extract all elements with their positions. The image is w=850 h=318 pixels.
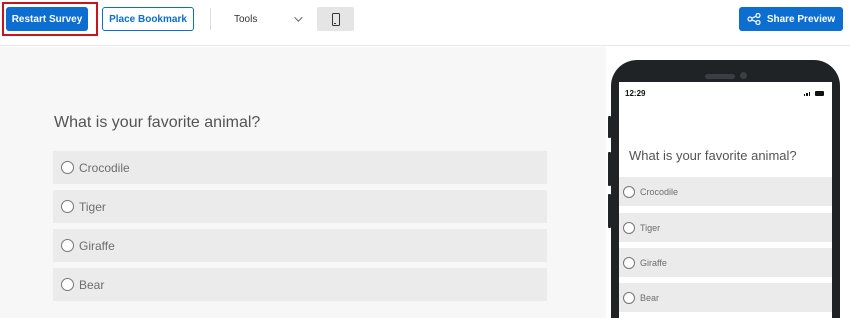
radio-button[interactable]: [61, 278, 74, 291]
choice-label: Crocodile: [640, 186, 679, 197]
restart-survey-button[interactable]: Restart Survey: [6, 7, 88, 31]
place-bookmark-button[interactable]: Place Bookmark: [102, 7, 194, 31]
choice-label: Giraffe: [640, 257, 667, 268]
choice-label: Tiger: [79, 199, 106, 214]
choice-label: Tiger: [640, 222, 661, 233]
status-time: 12:29: [625, 89, 646, 98]
mobile-view-toggle[interactable]: [317, 7, 354, 31]
choice-label: Bear: [640, 292, 660, 303]
mobile-choice-tiger[interactable]: Tiger: [619, 213, 832, 242]
phone-side-button: [608, 194, 611, 228]
radio-button[interactable]: [623, 291, 635, 304]
preview-toolbar: Restart Survey Place Bookmark Tools Shar…: [0, 0, 850, 46]
mobile-question-text: What is your favorite animal?: [629, 148, 797, 163]
tools-dropdown[interactable]: Tools: [226, 7, 310, 31]
question-text: What is your favorite animal?: [54, 114, 261, 131]
choice-label: Bear: [79, 277, 105, 292]
choice-tiger[interactable]: Tiger: [53, 190, 547, 223]
radio-button[interactable]: [61, 161, 74, 174]
choice-bear[interactable]: Bear: [53, 268, 547, 301]
tools-label: Tools: [234, 13, 258, 25]
phone-camera: [740, 72, 747, 79]
phone-side-button: [608, 116, 611, 138]
choice-label: Crocodile: [79, 160, 130, 175]
radio-button[interactable]: [623, 221, 635, 234]
phone-side-button: [608, 152, 611, 186]
mobile-screen: 12:29 What is your favorite animal? Croc…: [619, 82, 832, 318]
mobile-choice-bear[interactable]: Bear: [619, 283, 832, 312]
phone-speaker: [705, 74, 735, 79]
chevron-down-icon: [294, 13, 304, 22]
mobile-choice-crocodile[interactable]: Crocodile: [619, 177, 832, 206]
toolbar-divider: [210, 8, 211, 30]
choice-crocodile[interactable]: Crocodile: [53, 151, 547, 184]
choice-giraffe[interactable]: Giraffe: [53, 229, 547, 262]
signal-battery-icon: [803, 91, 824, 96]
choice-label: Giraffe: [79, 238, 115, 253]
radio-button[interactable]: [61, 200, 74, 213]
mobile-choice-giraffe[interactable]: Giraffe: [619, 248, 832, 277]
mobile-preview-device: 12:29 What is your favorite animal? Croc…: [608, 60, 840, 318]
share-icon: [747, 13, 761, 25]
mobile-device-icon: [331, 12, 340, 26]
share-preview-label: Share Preview: [766, 13, 836, 25]
radio-button[interactable]: [623, 185, 635, 198]
radio-button[interactable]: [623, 256, 635, 269]
radio-button[interactable]: [61, 239, 74, 252]
share-preview-button[interactable]: Share Preview: [739, 7, 843, 31]
